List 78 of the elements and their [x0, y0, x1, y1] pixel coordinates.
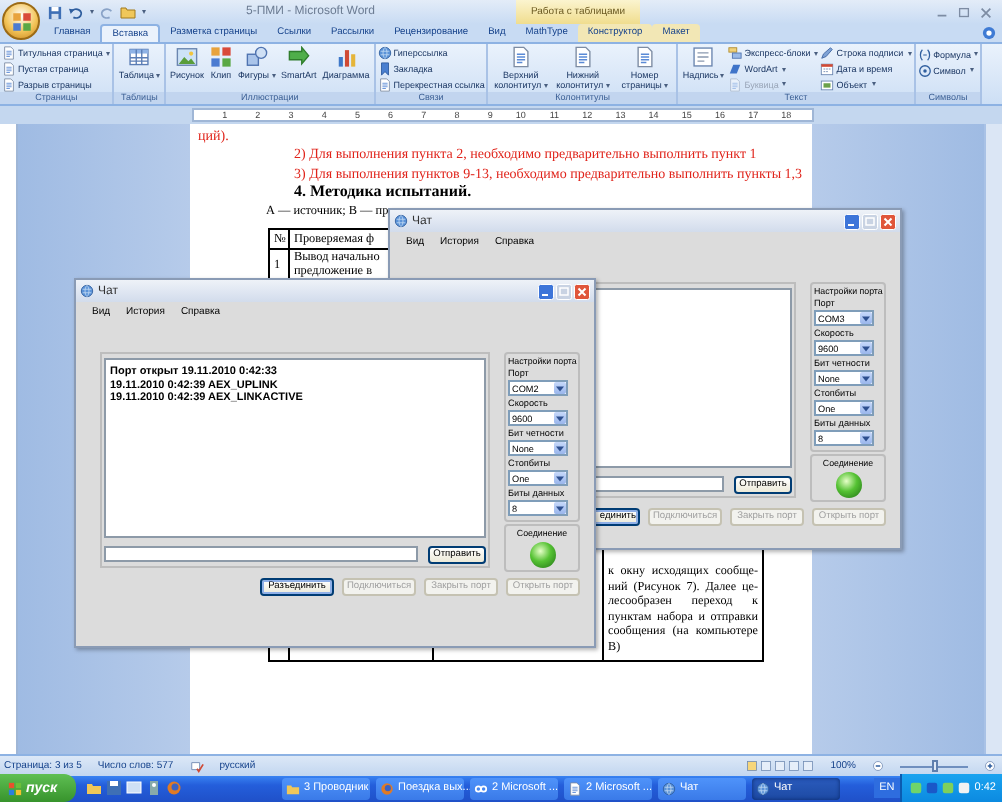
undo-icon[interactable]: [68, 5, 84, 19]
window-icon[interactable]: [126, 780, 142, 796]
globe-icon: [662, 781, 676, 795]
caret-icon: [862, 435, 870, 441]
caret-icon: [90, 10, 94, 14]
blocks-icon: [728, 46, 743, 61]
caret-icon: [156, 73, 161, 78]
caret-icon: [556, 445, 564, 451]
caret-icon: [605, 83, 610, 88]
minimize-button[interactable]: [844, 213, 860, 229]
object-icon: [820, 77, 835, 92]
flag-icon: [8, 781, 22, 795]
slider-thumb[interactable]: [931, 760, 937, 772]
caret-icon: [974, 52, 979, 56]
caret-icon: [871, 82, 876, 87]
message-input[interactable]: [104, 546, 418, 562]
page-icon: [377, 77, 392, 92]
bookmark-icon: [377, 62, 392, 76]
caret-icon: [862, 375, 870, 381]
save-icon[interactable]: [48, 5, 62, 19]
app-icon: [474, 781, 488, 795]
pen-icon: [820, 46, 835, 61]
picture-icon: [176, 46, 199, 68]
page-icon: [568, 781, 582, 795]
caret-icon: [782, 82, 787, 87]
page-icon: [728, 77, 743, 92]
caret-icon: [556, 385, 564, 391]
caret-icon: [814, 51, 819, 56]
caret-icon: [781, 67, 786, 71]
arrow-shape-icon: [287, 46, 310, 68]
bar-chart-icon: [335, 46, 357, 68]
squares-icon: [210, 46, 233, 68]
caret-icon: [106, 51, 111, 56]
globe-icon: [377, 46, 392, 61]
caret-icon: [862, 315, 870, 321]
section-heading: 4. Методика испытаний.: [294, 184, 472, 200]
zoom-slider[interactable]: [900, 760, 968, 772]
caret-icon: [862, 345, 870, 351]
caret-icon: [663, 83, 668, 88]
help-icon[interactable]: [982, 26, 996, 40]
caret-icon: [556, 475, 564, 481]
globe-icon: [394, 214, 408, 228]
caret-icon: [862, 405, 870, 411]
symbol-icon: [917, 63, 932, 77]
caret-icon: [271, 73, 276, 78]
caret-icon: [142, 10, 146, 14]
folder-icon[interactable]: [120, 4, 136, 20]
folder-icon[interactable]: [86, 780, 102, 796]
close-button[interactable]: [574, 283, 590, 299]
caret-icon: [907, 51, 912, 56]
squares-icon: [11, 11, 31, 31]
folder-icon: [286, 781, 300, 795]
calendar-icon: [820, 62, 835, 76]
globe-icon: [80, 284, 94, 298]
redo-icon[interactable]: [100, 5, 114, 19]
caret-icon: [969, 68, 974, 72]
caret-icon: [556, 505, 564, 511]
spell-check-icon[interactable]: [189, 759, 204, 773]
minimize-button[interactable]: [538, 283, 554, 299]
page-icon: [571, 46, 594, 68]
page-icon: [633, 46, 656, 68]
office-button[interactable]: [2, 2, 40, 40]
text-box-icon: [692, 46, 715, 68]
close-button[interactable]: [880, 213, 896, 229]
brackets-icon: [917, 47, 932, 61]
zoom-out-icon[interactable]: [872, 760, 884, 772]
zoom-in-icon[interactable]: [984, 760, 996, 772]
caret-icon: [556, 415, 564, 421]
slanted-shape-icon: [728, 62, 743, 76]
caret-icon: [543, 83, 548, 88]
shapes-icon: [245, 46, 268, 68]
caret-icon: [720, 73, 725, 78]
maximize-icon[interactable]: [956, 5, 972, 19]
globe-icon: [756, 781, 770, 795]
device-icon[interactable]: [146, 780, 162, 796]
close-icon[interactable]: [978, 5, 994, 19]
browser-icon: [380, 781, 394, 795]
page-icon: [509, 46, 532, 68]
